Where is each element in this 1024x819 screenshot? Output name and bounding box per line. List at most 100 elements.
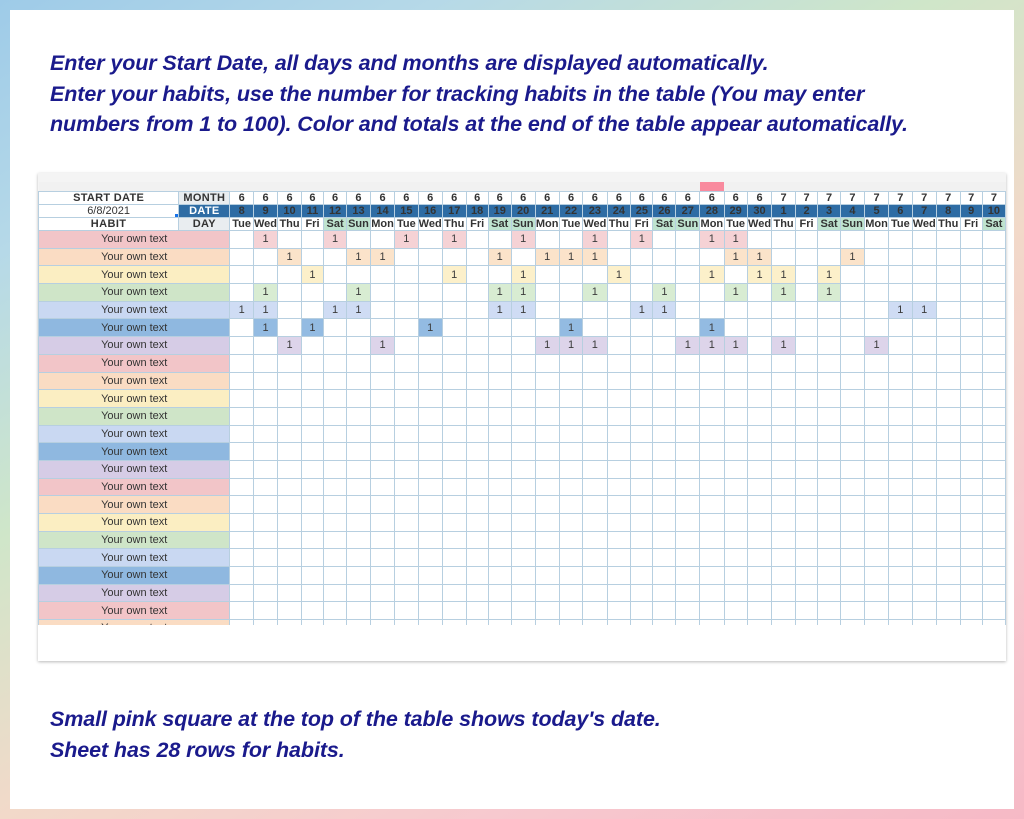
habit-mark-cell[interactable]: 1 bbox=[487, 300, 512, 320]
habit-empty-cell[interactable] bbox=[675, 513, 701, 532]
habit-empty-cell[interactable] bbox=[465, 459, 489, 479]
habit-empty-cell[interactable] bbox=[487, 495, 512, 514]
date-cell[interactable]: 19 bbox=[487, 204, 512, 218]
habit-empty-cell[interactable] bbox=[417, 459, 443, 479]
habit-empty-cell[interactable] bbox=[817, 548, 842, 568]
habit-empty-cell[interactable] bbox=[534, 513, 560, 532]
habit-empty-cell[interactable] bbox=[441, 247, 467, 267]
habit-empty-cell[interactable] bbox=[510, 336, 536, 355]
habit-empty-cell[interactable] bbox=[981, 601, 1006, 621]
habit-empty-cell[interactable] bbox=[935, 265, 961, 285]
habit-empty-cell[interactable] bbox=[817, 389, 842, 408]
habit-empty-cell[interactable] bbox=[863, 601, 890, 621]
habit-empty-cell[interactable] bbox=[746, 495, 773, 514]
habit-empty-cell[interactable] bbox=[981, 530, 1006, 550]
habit-empty-cell[interactable] bbox=[606, 530, 632, 550]
habit-empty-cell[interactable] bbox=[959, 583, 983, 603]
habit-empty-cell[interactable] bbox=[863, 230, 890, 249]
habit-empty-cell[interactable] bbox=[630, 530, 654, 550]
habit-empty-cell[interactable] bbox=[582, 300, 608, 320]
day-cell[interactable]: Sun bbox=[675, 217, 701, 231]
habit-empty-cell[interactable] bbox=[935, 513, 961, 532]
habit-empty-cell[interactable] bbox=[277, 265, 302, 285]
habit-empty-cell[interactable] bbox=[277, 530, 302, 550]
day-cell[interactable]: Wed bbox=[911, 217, 937, 231]
habit-empty-cell[interactable] bbox=[652, 530, 677, 550]
habit-empty-cell[interactable] bbox=[723, 371, 748, 391]
month-cell[interactable]: 6 bbox=[369, 191, 396, 205]
habit-empty-cell[interactable] bbox=[863, 513, 890, 532]
habit-empty-cell[interactable] bbox=[888, 583, 913, 603]
habit-empty-cell[interactable] bbox=[346, 424, 371, 444]
habit-empty-cell[interactable] bbox=[863, 265, 890, 285]
day-cell[interactable]: Sat bbox=[817, 217, 842, 231]
habit-empty-cell[interactable] bbox=[935, 406, 961, 426]
habit-empty-cell[interactable] bbox=[510, 477, 536, 497]
habit-empty-cell[interactable] bbox=[323, 601, 348, 621]
day-cell[interactable]: Fri bbox=[959, 217, 983, 231]
habit-empty-cell[interactable] bbox=[323, 353, 348, 373]
habit-empty-cell[interactable] bbox=[630, 601, 654, 621]
habit-empty-cell[interactable] bbox=[394, 495, 419, 514]
habit-empty-cell[interactable] bbox=[935, 300, 961, 320]
habit-empty-cell[interactable] bbox=[346, 406, 371, 426]
habit-empty-cell[interactable] bbox=[534, 406, 560, 426]
habit-empty-cell[interactable] bbox=[465, 477, 489, 497]
day-cell[interactable]: Tue bbox=[229, 217, 254, 231]
habit-empty-cell[interactable] bbox=[888, 371, 913, 391]
habit-empty-cell[interactable] bbox=[652, 601, 677, 621]
habit-empty-cell[interactable] bbox=[582, 406, 608, 426]
habit-empty-cell[interactable] bbox=[510, 530, 536, 550]
habit-empty-cell[interactable] bbox=[323, 530, 348, 550]
habit-empty-cell[interactable] bbox=[771, 247, 796, 267]
habit-name-input[interactable]: Your own text bbox=[38, 477, 231, 497]
habit-empty-cell[interactable] bbox=[771, 353, 796, 373]
habit-mark-cell[interactable]: 1 bbox=[252, 230, 279, 249]
habit-empty-cell[interactable] bbox=[582, 619, 608, 625]
habit-empty-cell[interactable] bbox=[723, 353, 748, 373]
habit-empty-cell[interactable] bbox=[277, 566, 302, 585]
habit-empty-cell[interactable] bbox=[300, 247, 325, 267]
habit-empty-cell[interactable] bbox=[959, 477, 983, 497]
habit-name-input[interactable]: Your own text bbox=[38, 389, 231, 408]
habit-empty-cell[interactable] bbox=[369, 406, 396, 426]
habit-empty-cell[interactable] bbox=[323, 406, 348, 426]
date-cell[interactable]: 17 bbox=[441, 204, 467, 218]
habit-empty-cell[interactable] bbox=[300, 353, 325, 373]
habit-empty-cell[interactable] bbox=[817, 318, 842, 338]
habit-empty-cell[interactable] bbox=[699, 406, 725, 426]
habit-empty-cell[interactable] bbox=[699, 371, 725, 391]
habit-empty-cell[interactable] bbox=[675, 247, 701, 267]
habit-mark-cell[interactable]: 1 bbox=[582, 283, 608, 302]
habit-empty-cell[interactable] bbox=[817, 459, 842, 479]
habit-empty-cell[interactable] bbox=[652, 459, 677, 479]
habit-empty-cell[interactable] bbox=[935, 389, 961, 408]
habit-name-input[interactable]: Your own text bbox=[38, 265, 231, 285]
habit-empty-cell[interactable] bbox=[606, 336, 632, 355]
habit-empty-cell[interactable] bbox=[510, 247, 536, 267]
habit-empty-cell[interactable] bbox=[911, 353, 937, 373]
habit-empty-cell[interactable] bbox=[935, 566, 961, 585]
day-cell[interactable]: Fri bbox=[300, 217, 325, 231]
habit-empty-cell[interactable] bbox=[558, 389, 584, 408]
month-cell[interactable]: 6 bbox=[746, 191, 773, 205]
month-cell[interactable]: 7 bbox=[935, 191, 961, 205]
habit-empty-cell[interactable] bbox=[300, 424, 325, 444]
habit-empty-cell[interactable] bbox=[863, 300, 890, 320]
habit-empty-cell[interactable] bbox=[252, 513, 279, 532]
habit-empty-cell[interactable] bbox=[510, 495, 536, 514]
habit-mark-cell[interactable]: 1 bbox=[346, 300, 371, 320]
habit-empty-cell[interactable] bbox=[888, 265, 913, 285]
habit-empty-cell[interactable] bbox=[487, 548, 512, 568]
habit-empty-cell[interactable] bbox=[771, 495, 796, 514]
habit-empty-cell[interactable] bbox=[534, 318, 560, 338]
habit-empty-cell[interactable] bbox=[863, 353, 890, 373]
habit-empty-cell[interactable] bbox=[723, 424, 748, 444]
habit-mark-cell[interactable]: 1 bbox=[252, 283, 279, 302]
habit-empty-cell[interactable] bbox=[487, 336, 512, 355]
month-cell[interactable]: 6 bbox=[606, 191, 632, 205]
habit-empty-cell[interactable] bbox=[487, 513, 512, 532]
habit-empty-cell[interactable] bbox=[441, 513, 467, 532]
habit-empty-cell[interactable] bbox=[558, 283, 584, 302]
habit-empty-cell[interactable] bbox=[534, 459, 560, 479]
